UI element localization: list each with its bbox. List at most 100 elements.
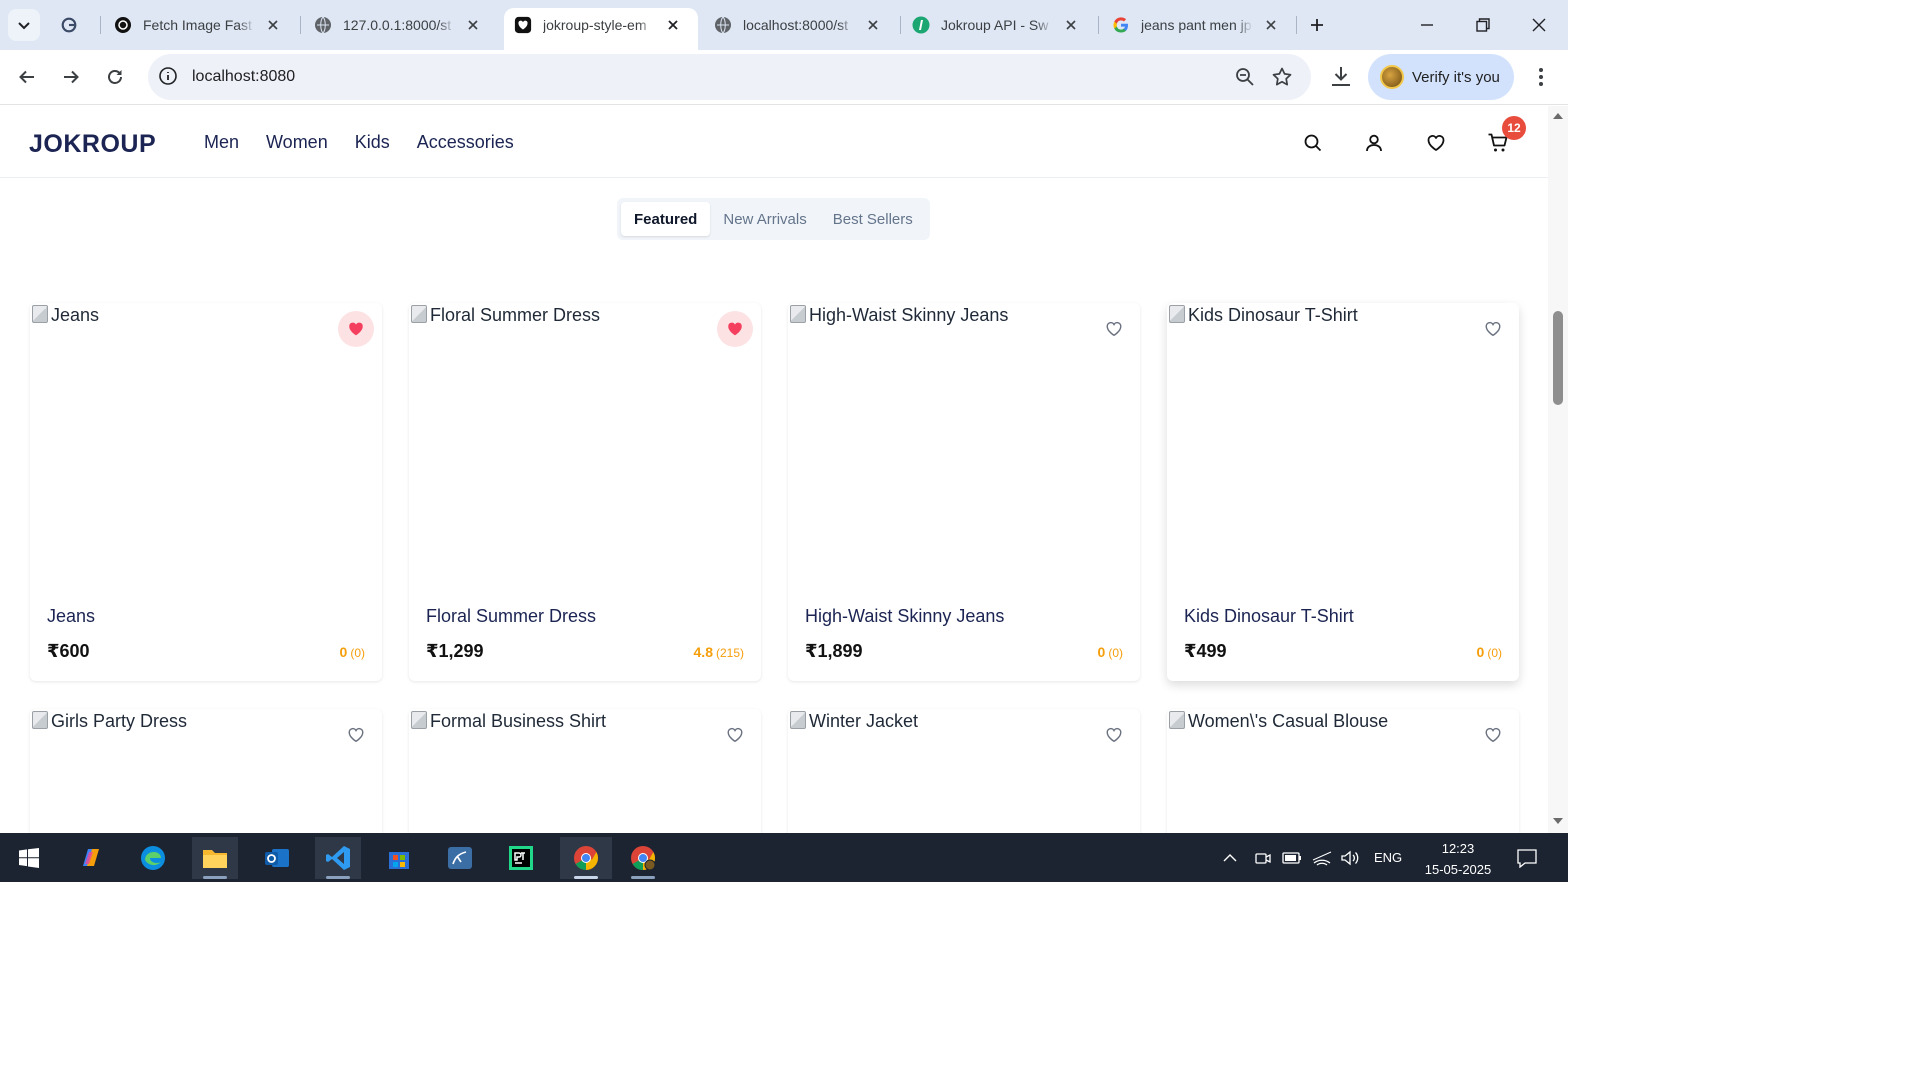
nav-accessories[interactable]: Accessories [417,132,514,153]
language-indicator[interactable]: ENG [1374,833,1402,882]
forward-button[interactable] [56,62,86,92]
show-hidden-icons[interactable] [1222,833,1238,882]
tab-google-search[interactable]: jeans pant men jp [1112,8,1292,42]
search-icon[interactable] [1301,131,1325,155]
chrome-icon[interactable] [560,837,612,879]
product-card[interactable]: Women\'s Casual Blouse [1167,709,1519,833]
file-explorer-icon[interactable] [192,837,238,879]
tab-best-sellers[interactable]: Best Sellers [820,202,926,236]
nav-kids[interactable]: Kids [355,132,390,153]
product-card[interactable]: Kids Dinosaur T-Shirt Kids Dinosaur T-Sh… [1167,303,1519,681]
site-logo[interactable]: JOKROUP [29,130,156,159]
close-icon[interactable] [665,17,681,33]
product-image[interactable]: Girls Party Dress [30,709,187,733]
edge-icon[interactable] [130,837,176,879]
address-bar[interactable]: localhost:8080 [148,54,1311,100]
product-card[interactable]: Winter Jacket [788,709,1140,833]
download-icon[interactable] [1328,64,1354,90]
tab-search-button[interactable] [8,9,40,41]
mysql-workbench-icon[interactable] [437,837,483,879]
product-name[interactable]: Jeans [47,606,95,627]
product-card[interactable]: Formal Business Shirt [409,709,761,833]
product-rating: 0 (0) [339,644,365,660]
tab-fetch-image[interactable]: Fetch Image Fast [114,8,294,42]
scroll-down-arrow-icon[interactable] [1552,817,1564,825]
more-menu-icon[interactable] [1528,64,1554,90]
favorite-heart-icon[interactable] [717,717,753,753]
favorite-heart-icon[interactable] [338,311,374,347]
globe-icon [714,16,732,34]
nav-men[interactable]: Men [204,132,239,153]
store-icon[interactable] [376,837,422,879]
product-name[interactable]: Floral Summer Dress [426,606,596,627]
site-info-icon[interactable] [158,66,178,86]
user-icon[interactable] [1362,131,1386,155]
product-image[interactable]: Kids Dinosaur T-Shirt [1167,303,1358,327]
tab-featured[interactable]: Featured [621,202,711,236]
chevron-down-icon [18,22,30,30]
tab-localhost-8000[interactable]: localhost:8000/st [714,8,894,42]
outlook-icon[interactable] [254,837,300,879]
product-card[interactable]: Girls Party Dress [30,709,382,833]
reload-button[interactable] [100,62,130,92]
clock-date: 15-05-2025 [1424,862,1492,877]
back-button[interactable] [12,62,42,92]
close-icon[interactable] [865,17,881,33]
product-image[interactable]: Women\'s Casual Blouse [1167,709,1388,733]
nav-women[interactable]: Women [266,132,328,153]
favorite-heart-icon[interactable] [338,717,374,753]
restore-button[interactable] [1468,10,1498,40]
favorite-heart-icon[interactable] [1475,717,1511,753]
product-card[interactable]: High-Waist Skinny Jeans High-Waist Skinn… [788,303,1140,681]
product-image[interactable]: Winter Jacket [788,709,918,733]
favorite-heart-icon[interactable] [717,311,753,347]
product-card[interactable]: Jeans Jeans ₹600 0 (0) [30,303,382,681]
zoom-icon[interactable] [1235,67,1255,87]
favorite-heart-icon[interactable] [1475,311,1511,347]
product-filter-tabs: Featured New Arrivals Best Sellers [617,198,930,240]
battery-icon[interactable] [1282,833,1302,882]
product-name[interactable]: Kids Dinosaur T-Shirt [1184,606,1354,627]
product-image[interactable]: Jeans [30,303,99,327]
wishlist-heart-icon[interactable] [1424,131,1448,155]
close-icon[interactable] [265,17,281,33]
system-clock[interactable]: 12:23 15-05-2025 [1420,838,1496,880]
close-icon[interactable] [465,17,481,33]
product-image[interactable]: Floral Summer Dress [409,303,600,327]
wifi-icon[interactable] [1312,833,1332,882]
vscode-icon[interactable] [315,837,361,879]
volume-icon[interactable] [1340,833,1360,882]
chrome-profile-icon[interactable] [620,837,666,879]
pycharm-icon[interactable] [498,837,544,879]
copilot-icon[interactable] [68,837,114,879]
tab-new-arrivals[interactable]: New Arrivals [710,202,819,236]
url-text[interactable]: localhost:8080 [192,68,295,86]
product-image[interactable]: High-Waist Skinny Jeans [788,303,1008,327]
scrollbar-thumb[interactable] [1553,311,1563,405]
windows-start-icon[interactable] [6,837,52,879]
profile-verify-button[interactable]: Verify it's you [1368,54,1514,100]
windows-taskbar: ENG 12:23 15-05-2025 [0,833,1568,882]
product-rating: 0 (0) [1097,644,1123,660]
close-icon[interactable] [1063,17,1079,33]
arrow-right-icon [64,70,79,84]
product-image[interactable]: Formal Business Shirt [409,709,606,733]
new-tab-button[interactable] [1304,12,1330,38]
pinned-tab[interactable] [60,8,88,42]
minimize-button[interactable] [1412,10,1442,40]
product-name[interactable]: High-Waist Skinny Jeans [805,606,1004,627]
close-window-button[interactable] [1524,10,1554,40]
cart-count-badge: 12 [1502,116,1526,140]
meet-now-icon[interactable] [1254,833,1272,882]
page-scrollbar[interactable] [1548,106,1568,833]
favorite-heart-icon[interactable] [1096,717,1132,753]
tab-jokroup-api[interactable]: Jokroup API - Sw [912,8,1092,42]
notifications-icon[interactable] [1516,833,1538,882]
tab-jokroup-active[interactable]: jokroup-style-em [504,8,698,50]
close-icon[interactable] [1263,17,1279,33]
tab-127-local[interactable]: 127.0.0.1:8000/st [314,8,494,42]
product-card[interactable]: Floral Summer Dress Floral Summer Dress … [409,303,761,681]
favorite-heart-icon[interactable] [1096,311,1132,347]
scroll-up-arrow-icon[interactable] [1552,112,1564,120]
bookmark-star-icon[interactable] [1271,66,1293,88]
